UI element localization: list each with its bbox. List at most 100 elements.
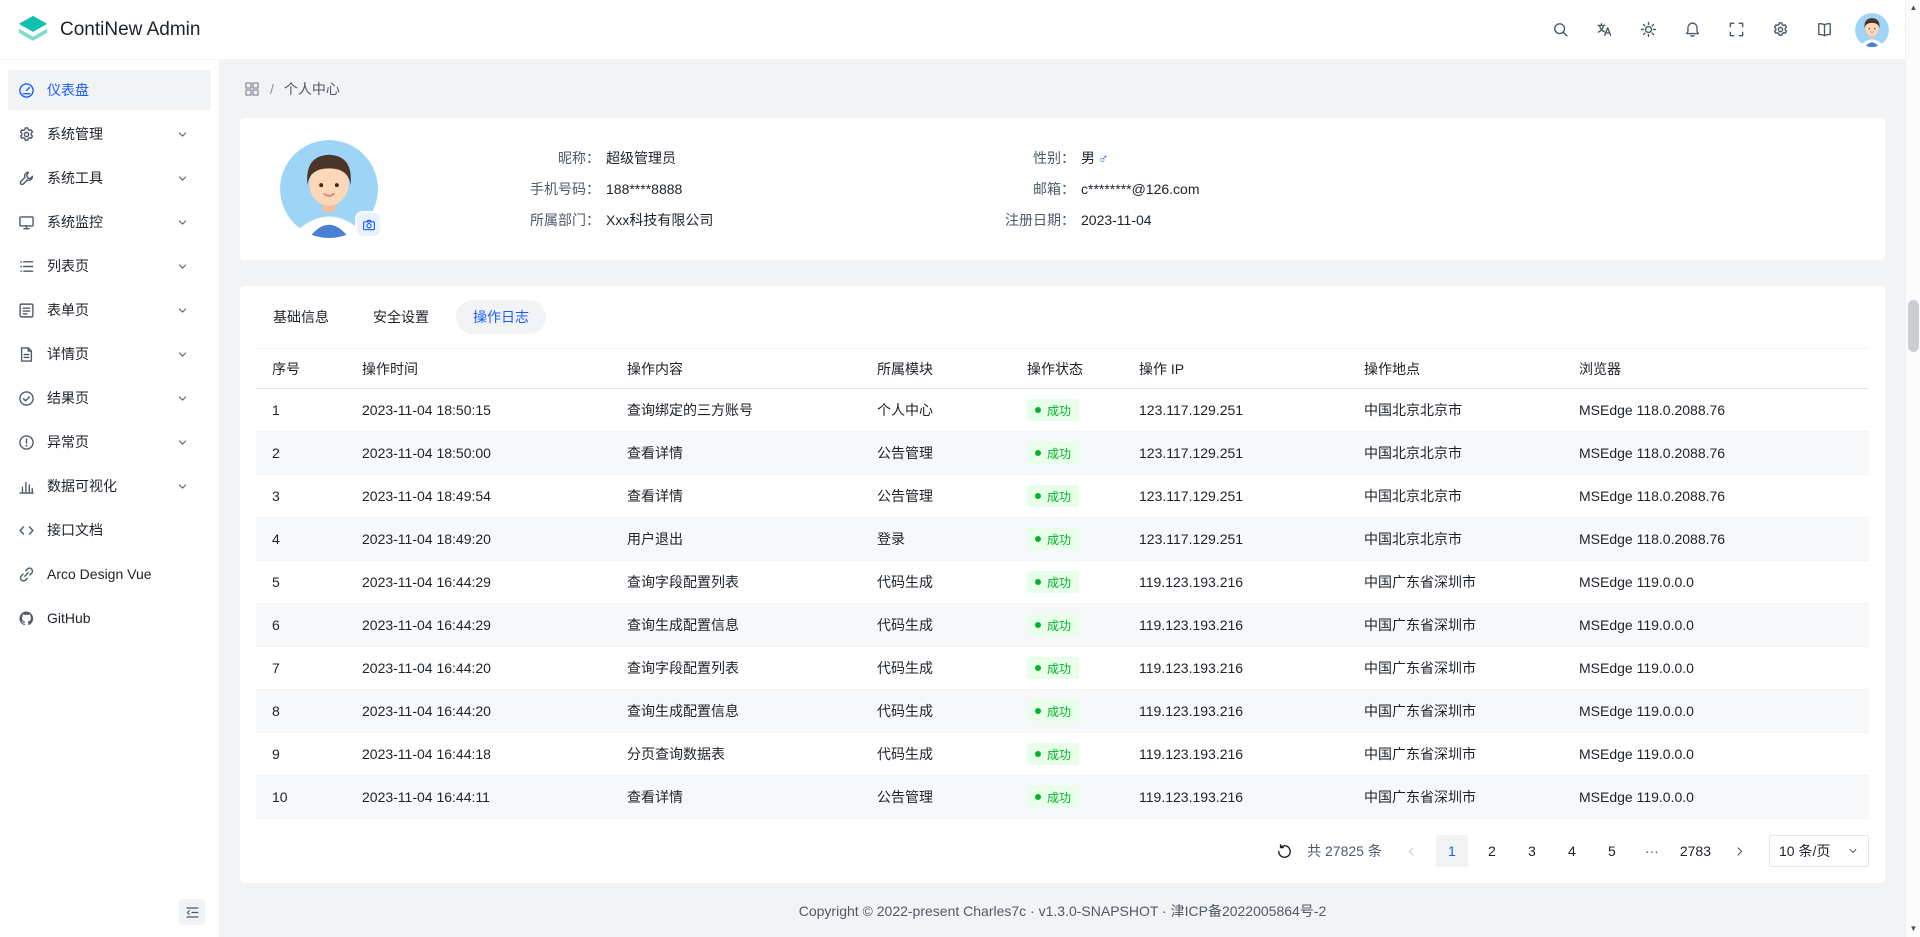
sidebar-item-dashboard[interactable]: 仪表盘 (8, 70, 211, 110)
page-button-5[interactable]: 5 (1596, 835, 1628, 867)
page-button-1[interactable]: 1 (1436, 835, 1468, 867)
status-badge: 成功 (1027, 485, 1079, 507)
cell-browser: MSEdge 119.0.0.0 (1563, 776, 1869, 819)
cell-browser: MSEdge 118.0.2088.76 (1563, 432, 1869, 475)
sidebar-item-data-visualization[interactable]: 数据可视化 (8, 466, 211, 506)
status-text: 成功 (1047, 617, 1071, 634)
page-button-2[interactable]: 2 (1476, 835, 1508, 867)
cell-module: 代码生成 (861, 690, 1011, 733)
table-row: 62023-11-04 16:44:29查询生成配置信息代码生成成功119.12… (256, 604, 1869, 647)
table-row: 22023-11-04 18:50:00查看详情公告管理成功123.117.12… (256, 432, 1869, 475)
page-size-select[interactable]: 10 条/页 (1769, 835, 1869, 867)
sun-icon (1640, 21, 1657, 38)
column-header-time: 操作时间 (346, 349, 611, 389)
check-circle-icon (18, 390, 35, 407)
column-header-status: 操作状态 (1011, 349, 1123, 389)
scroll-down-icon[interactable]: ▼ (1906, 923, 1920, 935)
cell-content: 查看详情 (611, 475, 861, 518)
field-value: c********@126.com (1081, 178, 1200, 200)
scrollbar-thumb[interactable] (1908, 300, 1919, 352)
next-page-button[interactable] (1723, 835, 1755, 867)
notifications-button[interactable] (1675, 13, 1709, 47)
sidebar-item-label: 系统工具 (47, 168, 103, 188)
sidebar-item-label: 结果页 (47, 388, 89, 408)
page-scrollbar[interactable]: ▲ ▼ (1905, 0, 1920, 937)
cell-ip: 119.123.193.216 (1123, 733, 1348, 776)
sidebar-item-system-tools[interactable]: 系统工具 (8, 158, 211, 198)
chevron-down-icon (176, 348, 189, 361)
breadcrumb-separator: / (270, 81, 274, 97)
status-text: 成功 (1047, 402, 1071, 419)
change-avatar-button[interactable] (355, 211, 382, 238)
menu-fold-icon (185, 905, 200, 920)
cell-content: 查看详情 (611, 776, 861, 819)
translate-button[interactable] (1587, 13, 1621, 47)
profile-fields-column: 性别：男♂邮箱：c********@126.com注册日期：2023-11-04 (963, 147, 1200, 231)
profile-fields: 昵称：超级管理员手机号码：188****8888所属部门：Xxx科技有限公司性别… (488, 147, 1200, 231)
column-header-location: 操作地点 (1348, 349, 1563, 389)
sidebar-collapse-button[interactable] (179, 899, 205, 925)
profile-tabs-card: 基础信息安全设置操作日志 序号操作时间操作内容所属模块操作状态操作 IP操作地点… (240, 286, 1885, 883)
page-button-4[interactable]: 4 (1556, 835, 1588, 867)
status-dot (1035, 794, 1041, 800)
status-text: 成功 (1047, 445, 1071, 462)
status-badge: 成功 (1027, 657, 1079, 679)
cell-browser: MSEdge 119.0.0.0 (1563, 690, 1869, 733)
status-text: 成功 (1047, 574, 1071, 591)
cell-ip: 123.117.129.251 (1123, 518, 1348, 561)
sidebar-item-arco-design-vue[interactable]: Arco Design Vue (8, 554, 211, 594)
cell-index: 6 (256, 604, 346, 647)
refresh-button[interactable] (1269, 836, 1299, 866)
cell-ip: 123.117.129.251 (1123, 475, 1348, 518)
profile-field: 注册日期：2023-11-04 (963, 209, 1200, 231)
prev-page-button[interactable] (1396, 835, 1428, 867)
fullscreen-button[interactable] (1719, 13, 1753, 47)
cell-ip: 119.123.193.216 (1123, 690, 1348, 733)
cell-location: 中国广东省深圳市 (1348, 733, 1563, 776)
chevron-down-icon (176, 480, 189, 493)
sidebar-item-system-monitor[interactable]: 系统监控 (8, 202, 211, 242)
document-icon (18, 346, 35, 363)
user-avatar[interactable] (1855, 13, 1889, 47)
cell-browser: MSEdge 119.0.0.0 (1563, 604, 1869, 647)
warning-circle-icon (18, 434, 35, 451)
search-button[interactable] (1543, 13, 1577, 47)
tab-operation-log[interactable]: 操作日志 (456, 300, 546, 334)
profile-avatar-wrap (280, 140, 378, 238)
status-text: 成功 (1047, 789, 1071, 806)
cell-time: 2023-11-04 16:44:20 (346, 690, 611, 733)
docs-button[interactable] (1807, 13, 1841, 47)
scroll-up-icon[interactable]: ▲ (1906, 2, 1920, 14)
sidebar-item-detail-pages[interactable]: 详情页 (8, 334, 211, 374)
cell-time: 2023-11-04 18:49:20 (346, 518, 611, 561)
sidebar-item-system-management[interactable]: 系统管理 (8, 114, 211, 154)
status-dot (1035, 708, 1041, 714)
sidebar-item-github[interactable]: GitHub (8, 598, 211, 638)
sidebar-item-label: 数据可视化 (47, 476, 117, 496)
cell-time: 2023-11-04 16:44:20 (346, 647, 611, 690)
cell-index: 2 (256, 432, 346, 475)
sidebar: 仪表盘系统管理系统工具系统监控列表页表单页详情页结果页异常页数据可视化接口文档A… (0, 60, 220, 937)
pagination-ellipsis[interactable]: ··· (1636, 835, 1668, 867)
apps-icon (244, 81, 260, 97)
sidebar-item-list-pages[interactable]: 列表页 (8, 246, 211, 286)
tab-basic-info[interactable]: 基础信息 (256, 300, 346, 334)
field-label: 性别： (963, 147, 1075, 169)
topbar-actions (1543, 13, 1889, 47)
column-header-index: 序号 (256, 349, 346, 389)
page-button-2783[interactable]: 2783 (1676, 835, 1715, 867)
theme-button[interactable] (1631, 13, 1665, 47)
cell-status: 成功 (1011, 389, 1123, 432)
sidebar-item-form-pages[interactable]: 表单页 (8, 290, 211, 330)
page-button-3[interactable]: 3 (1516, 835, 1548, 867)
list-icon (18, 258, 35, 275)
settings-button[interactable] (1763, 13, 1797, 47)
sidebar-item-label: 系统监控 (47, 212, 103, 232)
sidebar-item-result-pages[interactable]: 结果页 (8, 378, 211, 418)
sidebar-item-api-docs[interactable]: 接口文档 (8, 510, 211, 550)
tab-security-settings[interactable]: 安全设置 (356, 300, 446, 334)
wrench-icon (18, 170, 35, 187)
column-header-browser: 浏览器 (1563, 349, 1869, 389)
sidebar-item-exception-pages[interactable]: 异常页 (8, 422, 211, 462)
cell-location: 中国北京北京市 (1348, 432, 1563, 475)
